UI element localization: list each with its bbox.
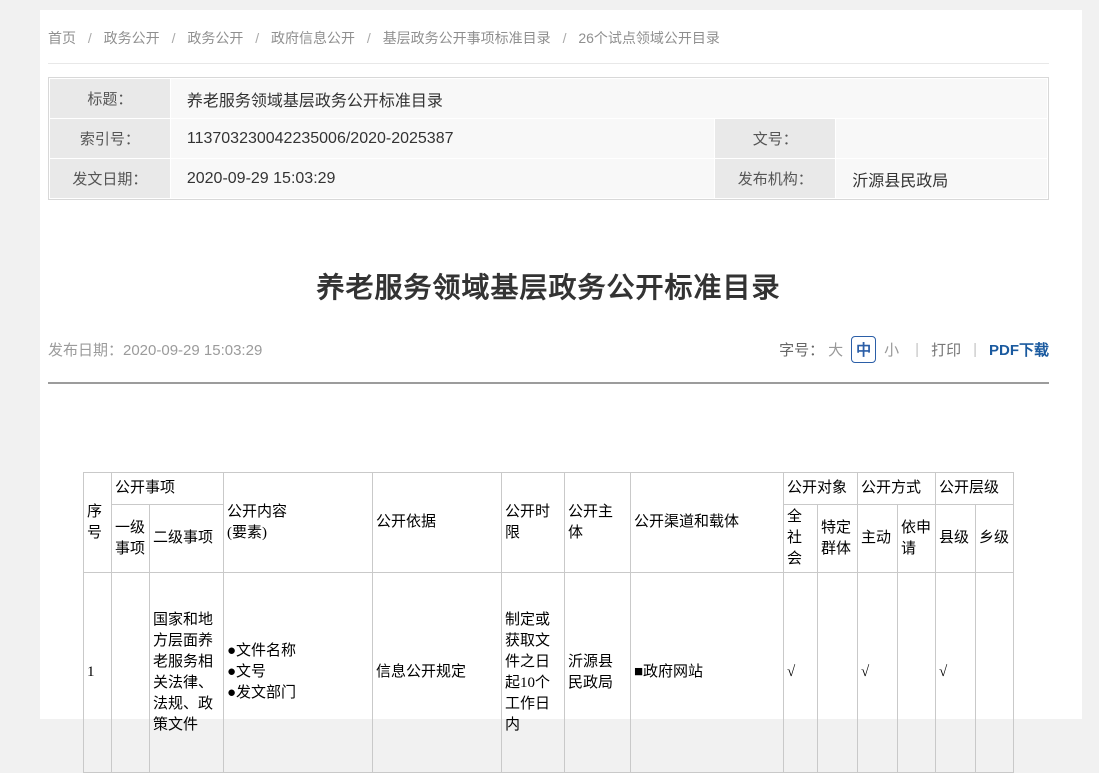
meta-title-label: 标题： xyxy=(50,79,170,118)
table-row: 1 国家和地方层面养老服务相关法律、法规、政策文件 ●文件名称 ●文号 ●发文部… xyxy=(83,573,1013,773)
cell-xuhao: 1 xyxy=(83,573,111,773)
meta-row-index: 索引号： 113703230042235006/2020-2025387 文号： xyxy=(50,119,1047,158)
header-shixian: 公开时限 xyxy=(501,473,564,573)
table-header-row-1: 序号 公开事项 公开内容 (要素) 公开依据 公开时限 公开主体 公开渠道和载体… xyxy=(83,473,1013,505)
cell-xiangji xyxy=(976,573,1014,773)
meta-index-value: 113703230042235006/2020-2025387 xyxy=(171,119,715,158)
breadcrumb-separator: / xyxy=(563,30,567,46)
cell-zhuti: 沂源县民政局 xyxy=(564,573,630,773)
meta-docnum-label: 文号： xyxy=(715,119,835,158)
meta-date-label: 发文日期： xyxy=(50,159,170,198)
meta-agency-label: 发布机构： xyxy=(715,159,835,198)
header-cengji: 公开层级 xyxy=(936,473,1014,505)
meta-index-label: 索引号： xyxy=(50,119,170,158)
font-size-medium-button[interactable]: 中 xyxy=(851,336,876,363)
breadcrumb-home[interactable]: 首页 xyxy=(48,30,76,46)
header-zhudong: 主动 xyxy=(858,505,898,573)
page-title: 养老服务领域基层政务公开标准目录 xyxy=(48,266,1049,306)
header-erji: 二级事项 xyxy=(149,505,223,573)
horizontal-rule xyxy=(48,382,1049,384)
meta-docnum-value xyxy=(836,119,1047,158)
toolbar-divider: | xyxy=(973,341,977,358)
header-teding: 特定群体 xyxy=(817,505,857,573)
header-duixiang: 公开对象 xyxy=(783,473,857,505)
cell-zhudong: √ xyxy=(858,573,898,773)
article-tools: 字号： 大 中 小 | 打印 | PDF下载 xyxy=(779,336,1049,363)
header-neirong: 公开内容 (要素) xyxy=(223,473,372,573)
font-size-label: 字号： xyxy=(779,339,824,360)
cell-yiji xyxy=(111,573,149,773)
content-panel: 首页 / 政务公开 / 政务公开 / 政府信息公开 / 基层政务公开事项标准目录… xyxy=(40,10,1082,719)
header-yiji: 一级事项 xyxy=(111,505,149,573)
breadcrumb-pilot-areas[interactable]: 26个试点领域公开目录 xyxy=(578,30,720,46)
header-fangshi: 公开方式 xyxy=(858,473,936,505)
cell-erji: 国家和地方层面养老服务相关法律、法规、政策文件 xyxy=(149,573,223,773)
breadcrumb-separator: / xyxy=(172,30,176,46)
disclosure-catalog-table: 序号 公开事项 公开内容 (要素) 公开依据 公开时限 公开主体 公开渠道和载体… xyxy=(83,472,1014,773)
breadcrumb-zhengwu-2[interactable]: 政务公开 xyxy=(187,30,243,46)
header-yishenqing: 依申请 xyxy=(898,505,936,573)
cell-neirong: ●文件名称 ●文号 ●发文部门 xyxy=(223,573,372,773)
cell-qudao: ■政府网站 xyxy=(630,573,783,773)
cell-xianji: √ xyxy=(936,573,976,773)
breadcrumb-separator: / xyxy=(255,30,259,46)
header-yiju: 公开依据 xyxy=(372,473,501,573)
breadcrumb-catalog[interactable]: 基层政务公开事项标准目录 xyxy=(383,30,551,46)
cell-yiju: 信息公开规定 xyxy=(372,573,501,773)
font-size-small-button[interactable]: 小 xyxy=(884,339,899,360)
document-meta-table: 标题： 养老服务领域基层政务公开标准目录 索引号： 11370323004223… xyxy=(48,77,1049,200)
breadcrumb-gov-info[interactable]: 政府信息公开 xyxy=(271,30,355,46)
header-xianji: 县级 xyxy=(936,505,976,573)
cell-teding xyxy=(817,573,857,773)
font-size-large-button[interactable]: 大 xyxy=(828,339,843,360)
meta-row-title: 标题： 养老服务领域基层政务公开标准目录 xyxy=(50,79,1047,118)
header-xuhao: 序号 xyxy=(83,473,111,573)
header-xiangji: 乡级 xyxy=(976,505,1014,573)
cell-shixian: 制定或获取文件之日起10个工作日内 xyxy=(501,573,564,773)
publish-toolbar: 发布日期：2020-09-29 15:03:29 字号： 大 中 小 | 打印 … xyxy=(48,336,1049,363)
header-zhuti: 公开主体 xyxy=(564,473,630,573)
breadcrumb-zhengwu-1[interactable]: 政务公开 xyxy=(104,30,160,46)
cell-quanshehui: √ xyxy=(783,573,817,773)
breadcrumb-separator: / xyxy=(367,30,371,46)
breadcrumb-separator: / xyxy=(88,30,92,46)
print-button[interactable]: 打印 xyxy=(931,339,961,360)
breadcrumb: 首页 / 政务公开 / 政务公开 / 政府信息公开 / 基层政务公开事项标准目录… xyxy=(48,10,1049,64)
meta-agency-value: 沂源县民政局 xyxy=(836,159,1047,198)
meta-date-value: 2020-09-29 15:03:29 xyxy=(171,159,715,198)
toolbar-divider: | xyxy=(915,341,919,358)
cell-yishenqing xyxy=(898,573,936,773)
header-gongkai-shixiang: 公开事项 xyxy=(111,473,223,505)
header-quanshehui: 全社会 xyxy=(783,505,817,573)
publish-date: 发布日期：2020-09-29 15:03:29 xyxy=(48,339,262,360)
meta-title-value: 养老服务领域基层政务公开标准目录 xyxy=(171,79,1047,118)
header-qudao: 公开渠道和载体 xyxy=(630,473,783,573)
pdf-download-button[interactable]: PDF下载 xyxy=(989,339,1049,360)
meta-row-date: 发文日期： 2020-09-29 15:03:29 发布机构： 沂源县民政局 xyxy=(50,159,1047,198)
